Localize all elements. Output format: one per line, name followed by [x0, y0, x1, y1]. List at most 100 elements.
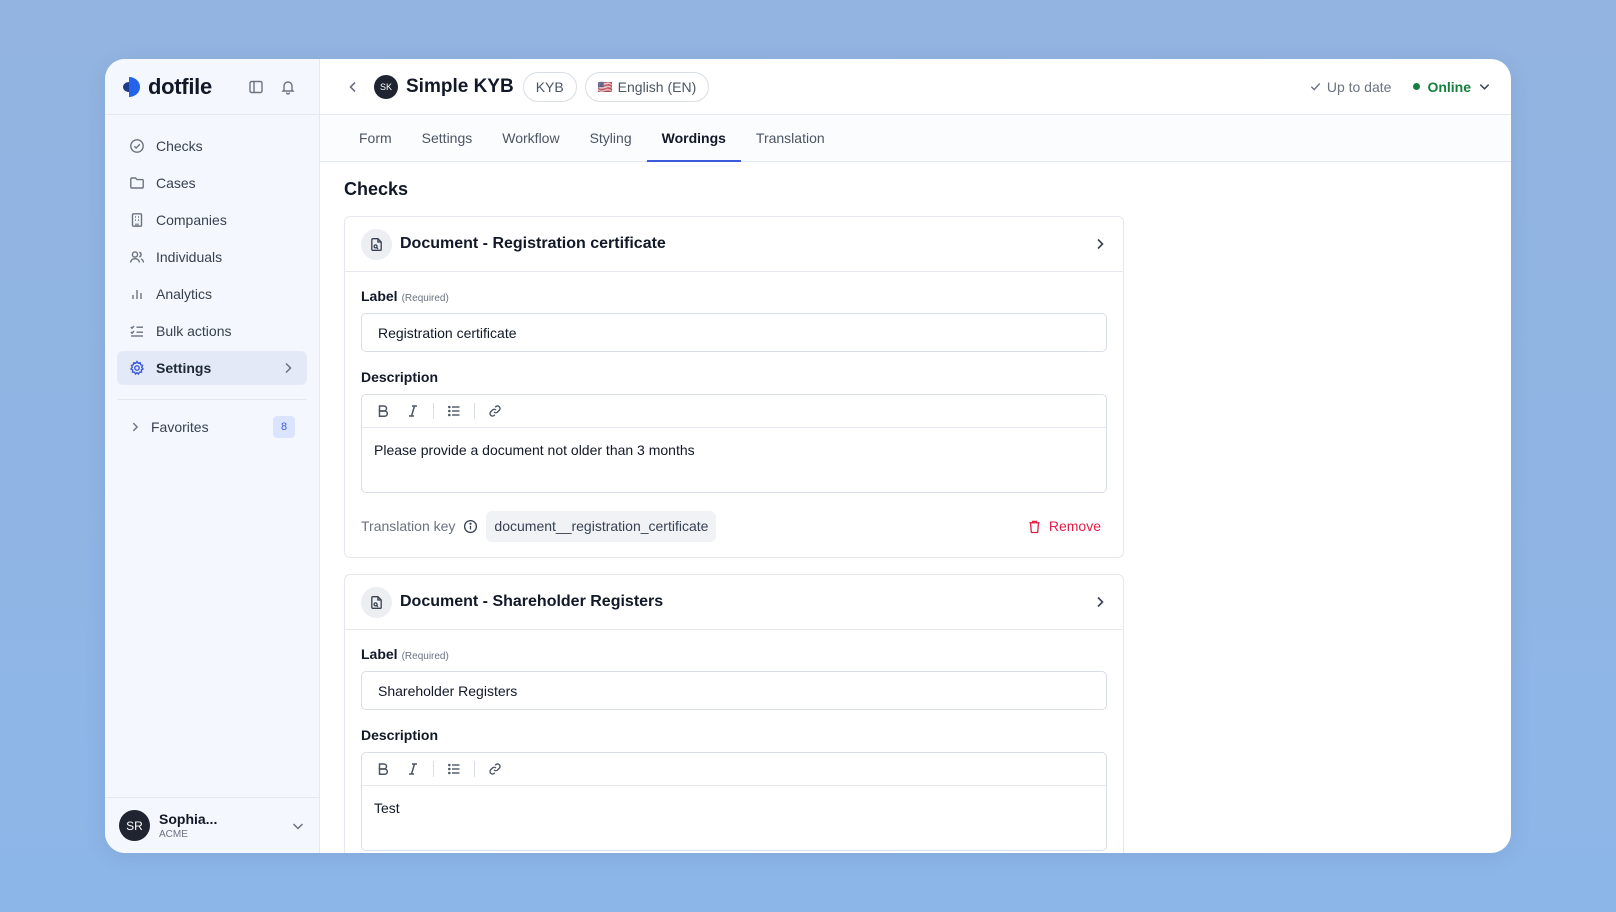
- info-icon[interactable]: [463, 519, 478, 534]
- check-card-header[interactable]: Document - Registration certificate: [345, 217, 1123, 272]
- user-name: Sophia...: [159, 811, 218, 827]
- toolbar-divider: [433, 403, 434, 419]
- back-arrow-icon[interactable]: [346, 80, 360, 94]
- tab-wordings[interactable]: Wordings: [646, 114, 742, 162]
- description-editor: Please provide a document not older than…: [361, 394, 1107, 493]
- avatar: SR: [119, 810, 150, 841]
- link-icon[interactable]: [482, 398, 508, 424]
- app-window: dotfile Checks Cases Companies Individua…: [105, 59, 1511, 853]
- main-panel: SK Simple KYB KYB 🇺🇸 English (EN) Up to …: [320, 59, 1511, 853]
- check-card-title: Document - Shareholder Registers: [400, 593, 664, 610]
- link-icon[interactable]: [482, 756, 508, 782]
- language-selector[interactable]: 🇺🇸 English (EN): [584, 71, 710, 102]
- check-circle-icon: [129, 138, 145, 154]
- toolbar-divider: [474, 761, 475, 777]
- user-menu[interactable]: SR Sophia... ACME: [105, 797, 319, 853]
- dotfile-logo-icon: [123, 76, 140, 97]
- sidebar-item-label: Cases: [156, 175, 196, 191]
- online-status-dropdown[interactable]: Online: [1413, 79, 1491, 95]
- description-editor: Test: [361, 752, 1107, 851]
- check-card-header[interactable]: Document - Shareholder Registers: [345, 575, 1123, 630]
- bold-icon[interactable]: [370, 398, 396, 424]
- favorites-count-badge: 8: [273, 416, 295, 438]
- sidebar-header: dotfile: [105, 59, 319, 115]
- check-card: Document - Registration certificate Labe…: [344, 216, 1124, 558]
- description-text: Description: [361, 727, 439, 743]
- description-text-area[interactable]: Please provide a document not older than…: [362, 428, 1106, 492]
- online-status-label: Online: [1427, 78, 1471, 95]
- chevron-down-icon: [1478, 80, 1491, 93]
- bell-icon[interactable]: [279, 78, 297, 96]
- document-icon: [361, 228, 392, 260]
- required-hint: (Required): [401, 651, 449, 662]
- label-text: Label: [361, 646, 398, 662]
- label-text: Label: [361, 288, 398, 304]
- check-card: Document - Shareholder Registers Label (…: [344, 574, 1124, 853]
- sidebar-nav: Checks Cases Companies Individuals Analy…: [105, 115, 319, 385]
- chevron-right-icon: [281, 361, 295, 375]
- favorites-label: Favorites: [151, 419, 209, 435]
- user-org: ACME: [159, 829, 188, 840]
- tab-workflow[interactable]: Workflow: [487, 114, 574, 161]
- translation-key-label: Translation key: [361, 518, 456, 534]
- toolbar-divider: [474, 403, 475, 419]
- bar-chart-icon: [129, 286, 145, 302]
- sidebar-item-cases[interactable]: Cases: [117, 166, 307, 200]
- italic-icon[interactable]: [400, 756, 426, 782]
- folder-icon: [129, 175, 145, 191]
- top-bar: SK Simple KYB KYB 🇺🇸 English (EN) Up to …: [320, 59, 1511, 115]
- sync-status-label: Up to date: [1326, 78, 1392, 95]
- bullet-list-icon[interactable]: [441, 756, 467, 782]
- sidebar: dotfile Checks Cases Companies Individua…: [105, 59, 320, 853]
- sidebar-divider: [117, 399, 307, 400]
- page-title: Simple KYB: [406, 75, 514, 97]
- sidebar-item-label: Bulk actions: [156, 323, 232, 339]
- tab-bar: Form Settings Workflow Styling Wordings …: [320, 115, 1511, 162]
- description-text-area[interactable]: Test: [362, 786, 1106, 850]
- tab-translation[interactable]: Translation: [741, 114, 840, 161]
- favorites-toggle[interactable]: Favorites 8: [117, 410, 307, 444]
- document-icon: [361, 586, 392, 618]
- sidebar-item-companies[interactable]: Companies: [117, 203, 307, 237]
- logo[interactable]: dotfile: [121, 74, 212, 100]
- sidebar-item-bulk-actions[interactable]: Bulk actions: [117, 314, 307, 348]
- toolbar-divider: [433, 761, 434, 777]
- remove-button[interactable]: Remove: [1027, 518, 1101, 534]
- remove-label: Remove: [1048, 518, 1101, 534]
- building-icon: [129, 212, 145, 228]
- content-area: Checks Document - Registration certifica…: [320, 162, 1511, 853]
- checkmark-icon: [1309, 80, 1322, 93]
- label-field-label: Label (Required): [361, 288, 1107, 304]
- sidebar-item-label: Individuals: [156, 249, 223, 265]
- sidebar-item-label: Analytics: [156, 286, 213, 302]
- editor-toolbar: [362, 753, 1106, 786]
- italic-icon[interactable]: [400, 398, 426, 424]
- sidebar-item-individuals[interactable]: Individuals: [117, 240, 307, 274]
- tab-styling[interactable]: Styling: [575, 114, 647, 161]
- description-field-label: Description: [361, 727, 1107, 743]
- tab-form[interactable]: Form: [344, 114, 407, 161]
- required-hint: (Required): [401, 293, 449, 304]
- sync-status: Up to date: [1309, 78, 1392, 95]
- section-title: Checks: [344, 179, 409, 199]
- sidebar-item-label: Settings: [156, 360, 212, 376]
- workflow-type-badge: KYB: [522, 71, 577, 102]
- sidebar-item-settings[interactable]: Settings: [117, 351, 307, 385]
- chevron-right-icon: [129, 421, 141, 433]
- workflow-avatar: SK: [374, 74, 398, 99]
- tab-settings[interactable]: Settings: [407, 114, 488, 161]
- sidebar-item-analytics[interactable]: Analytics: [117, 277, 307, 311]
- online-dot-icon: [1413, 83, 1421, 90]
- bullet-list-icon[interactable]: [441, 398, 467, 424]
- description-field-label: Description: [361, 369, 1107, 385]
- label-input[interactable]: Shareholder Registers: [361, 671, 1107, 710]
- sidebar-item-label: Checks: [156, 138, 203, 154]
- sidebar-item-checks[interactable]: Checks: [117, 129, 307, 163]
- language-label: English (EN): [617, 78, 697, 95]
- translation-key-row: Translation key document__registration_c…: [361, 507, 1107, 557]
- label-input[interactable]: Registration certificate: [361, 313, 1107, 352]
- chevron-right-icon: [1093, 595, 1107, 609]
- sidebar-toggle-icon[interactable]: [247, 78, 265, 96]
- bold-icon[interactable]: [370, 756, 396, 782]
- description-text: Description: [361, 369, 439, 385]
